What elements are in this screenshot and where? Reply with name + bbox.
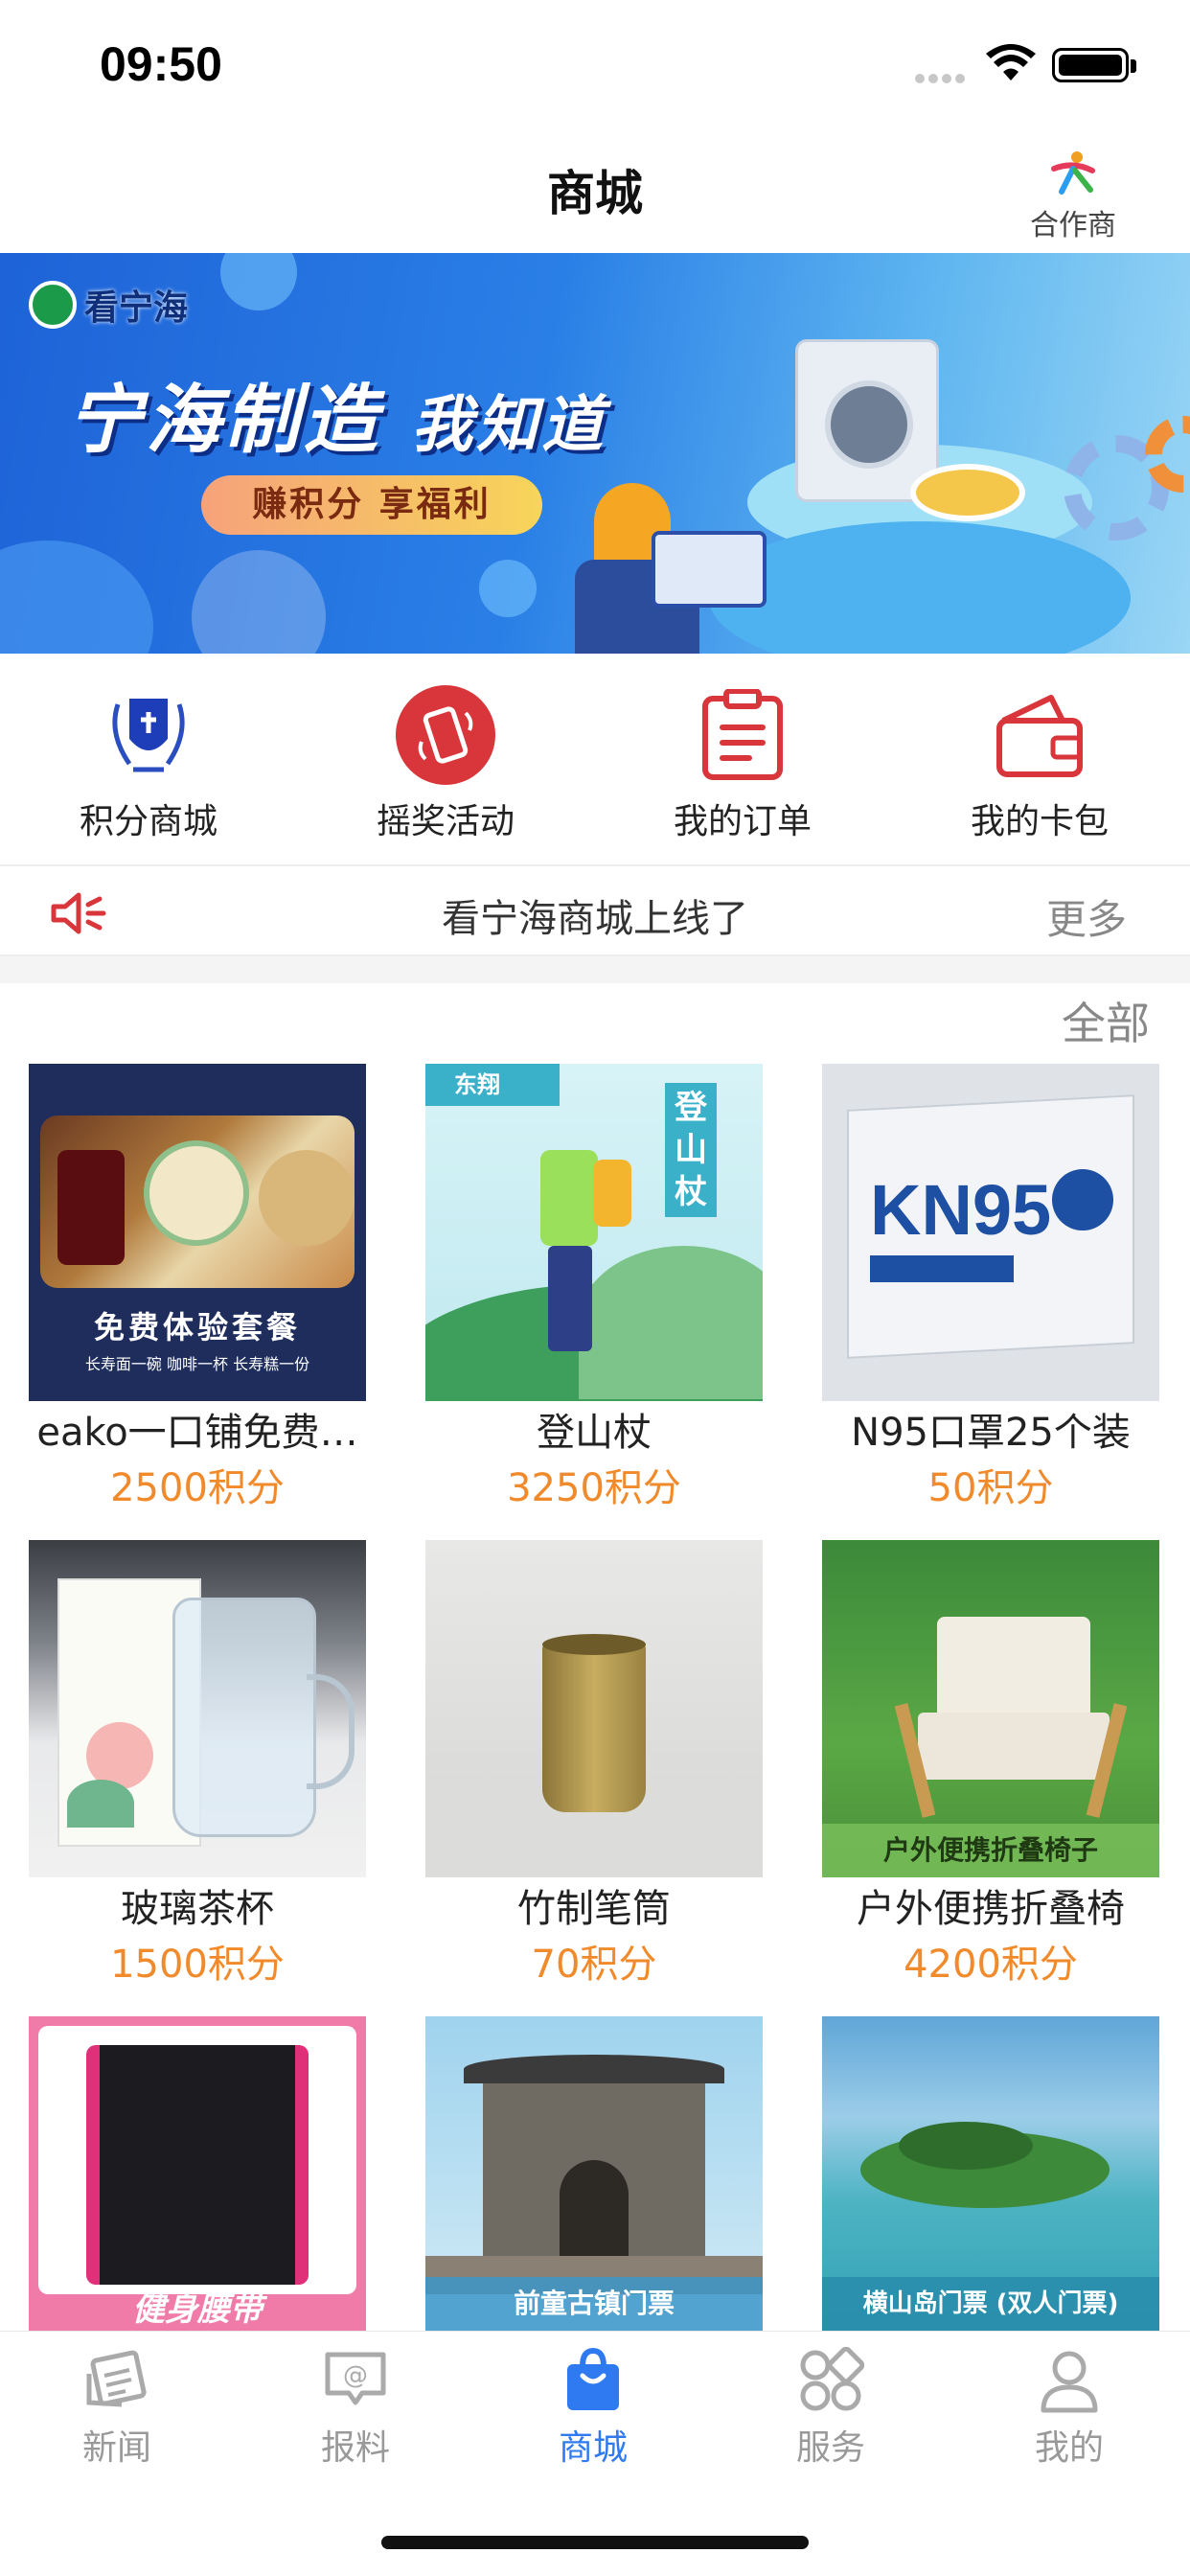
- product-image: [425, 1540, 763, 1877]
- notice-more-link[interactable]: 更多: [1046, 887, 1127, 946]
- logo-icon: [29, 281, 77, 329]
- product-price: 3250积分: [507, 1466, 681, 1510]
- product-card[interactable]: 户外便携折叠椅子 户外便携折叠椅 4200积分: [822, 1540, 1159, 1992]
- product-image: [29, 1540, 366, 1877]
- status-time: 09:50: [100, 37, 222, 91]
- product-image: 前童古镇门票: [425, 2016, 763, 2331]
- banner-pill: 赚积分 享福利: [201, 475, 542, 535]
- tab-profile[interactable]: 我的: [973, 2347, 1165, 2470]
- bamboo-pen-holder-illustration: [542, 1640, 646, 1812]
- points-mall-icon: [112, 699, 185, 772]
- wifi-icon: [986, 44, 1036, 80]
- notice-bar[interactable]: 看宁海商城上线了 更多: [0, 864, 1190, 956]
- product-image: 横山岛门票 (双人门票): [822, 2016, 1159, 2331]
- product-card[interactable]: 东翔 登山杖 登山杖 3250积分: [425, 1064, 763, 1516]
- product-price: 1500积分: [110, 1943, 285, 1987]
- nav-bar: 商城 合作商: [0, 126, 1190, 253]
- product-image: 东翔 登山杖: [425, 1064, 763, 1401]
- services-icon: [800, 2346, 865, 2411]
- orders-icon: [702, 689, 783, 780]
- product-card[interactable]: KN95 N95口罩25个装 50积分: [822, 1064, 1159, 1516]
- drink-illustration: [57, 1150, 125, 1265]
- product-name: eako一口铺免费…: [36, 1411, 358, 1455]
- quick-action-orders[interactable]: 我的订单: [647, 682, 838, 843]
- product-name: 竹制笔筒: [517, 1887, 671, 1931]
- promo-banner[interactable]: 看宁海 宁海制造 我知道 赚积分 享福利: [0, 253, 1190, 654]
- notice-text: 看宁海商城上线了: [442, 897, 748, 941]
- all-products-link[interactable]: 全部: [1062, 989, 1150, 1052]
- quick-actions: 积分商城 摇奖活动 我的订单 我的卡包: [0, 654, 1190, 864]
- tab-report[interactable]: @ 报料: [260, 2347, 451, 2470]
- product-name: 登山杖: [537, 1411, 652, 1455]
- page-title: 商城: [547, 166, 643, 221]
- quick-action-lottery[interactable]: 摇奖活动: [350, 682, 541, 843]
- hiker-illustration: [540, 1150, 598, 1246]
- banner-headline: 宁海制造 我知道: [67, 378, 607, 464]
- home-indicator[interactable]: [381, 2536, 809, 2549]
- tab-shop[interactable]: 商城: [497, 2347, 689, 2470]
- product-image: 户外便携折叠椅子: [822, 1540, 1159, 1877]
- product-image: 免费体验套餐 长寿面一碗 咖啡一杯 长寿糕一份: [29, 1064, 366, 1401]
- product-card[interactable]: 健身腰带: [29, 2016, 366, 2331]
- product-name: 玻璃茶杯: [121, 1887, 274, 1931]
- product-card[interactable]: 横山岛门票 (双人门票): [822, 2016, 1159, 2331]
- shop-bag-icon: [567, 2347, 619, 2410]
- battery-icon: [1052, 48, 1129, 82]
- product-name: N95口罩25个装: [851, 1411, 1131, 1455]
- quick-action-wallet[interactable]: 我的卡包: [944, 682, 1135, 843]
- folding-chair-illustration: [937, 1617, 1090, 1722]
- product-name: 户外便携折叠椅: [857, 1887, 1125, 1931]
- banner-logo: 看宁海: [29, 276, 188, 334]
- monitor-illustration: [652, 531, 767, 608]
- partner-label: 合作商: [1030, 209, 1116, 242]
- profile-icon: [1041, 2351, 1098, 2413]
- glass-cup-illustration: [172, 1598, 316, 1837]
- lottery-icon: [396, 685, 495, 785]
- wallet-icon: [996, 695, 1083, 777]
- product-price: 2500积分: [110, 1466, 285, 1510]
- product-card[interactable]: 玻璃茶杯 1500积分: [29, 1540, 366, 1992]
- product-image: 健身腰带: [29, 2016, 366, 2331]
- tab-bar: 新闻 @ 报料 商城 服务 我的: [0, 2331, 1190, 2484]
- status-bar: 09:50: [0, 0, 1190, 126]
- report-icon: @: [325, 2352, 386, 2405]
- tab-services[interactable]: 服务: [735, 2346, 927, 2470]
- tab-news[interactable]: 新闻: [21, 2347, 213, 2470]
- cellular-signal-icon: [915, 69, 969, 83]
- news-icon: [86, 2350, 147, 2407]
- svg-text:@: @: [343, 2361, 368, 2390]
- product-price: 70积分: [531, 1943, 657, 1987]
- product-price: 50积分: [927, 1466, 1054, 1510]
- partner-icon: [1051, 151, 1095, 195]
- product-price: 4200积分: [904, 1943, 1078, 1987]
- partner-button[interactable]: 合作商: [1016, 148, 1131, 243]
- product-image: KN95: [822, 1064, 1159, 1401]
- product-card[interactable]: 免费体验套餐 长寿面一碗 咖啡一杯 长寿糕一份 eako一口铺免费… 2500积…: [29, 1064, 366, 1516]
- product-card[interactable]: 前童古镇门票: [425, 2016, 763, 2331]
- fitness-belt-illustration: [86, 2045, 309, 2285]
- quick-action-points-mall[interactable]: 积分商城: [53, 682, 244, 843]
- section-divider: [0, 956, 1190, 983]
- noodle-bowl-illustration: [144, 1140, 249, 1246]
- product-card[interactable]: 竹制笔筒 70积分: [425, 1540, 763, 1992]
- cake-illustration: [259, 1150, 355, 1246]
